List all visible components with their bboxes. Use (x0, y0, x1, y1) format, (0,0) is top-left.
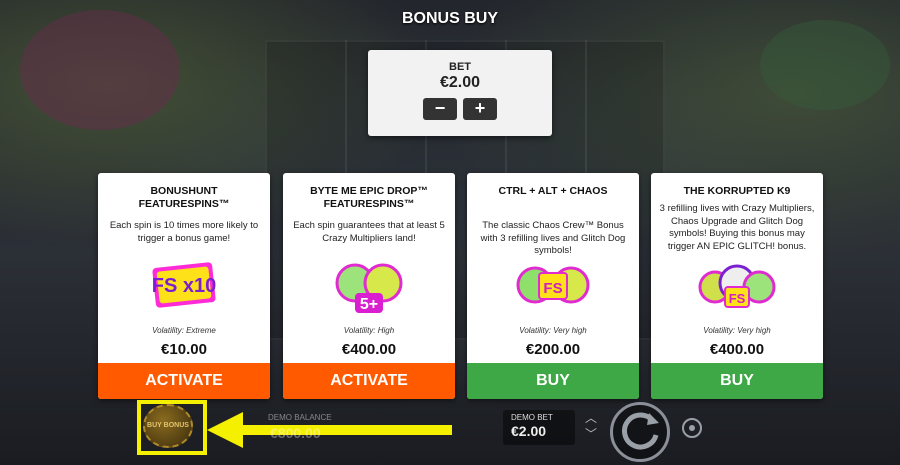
card-volatility: Volatility: Very high (703, 326, 771, 335)
bonus-card-korrupted-k9: THE KORRUPTED K9 3 refilling lives with … (651, 173, 823, 399)
balance-label: DEMO BALANCE (268, 413, 332, 422)
card-title: BONUSHUNT FEATURESPINS™ (138, 185, 230, 210)
card-description: Each spin is 10 times more likely to tri… (109, 220, 259, 244)
art-text: FS x10 (152, 275, 216, 297)
card-volatility: Volatility: Extreme (152, 326, 216, 335)
card-price: €10.00 (161, 341, 207, 358)
spin-button[interactable] (610, 402, 670, 462)
page-title: BONUS BUY (401, 10, 498, 27)
background-art-left (20, 10, 180, 130)
card-title: BYTE ME EPIC DROP™ FEATURESPINS™ (310, 185, 428, 210)
card-description: 3 refilling lives with Crazy Multipliers… (659, 203, 815, 252)
card-price: €400.00 (341, 341, 397, 358)
pointer-arrow-icon (207, 412, 452, 448)
chaos-fs-icon: FS (516, 266, 590, 304)
bet-increase-button[interactable]: + (463, 98, 497, 120)
activate-button[interactable]: ACTIVATE (283, 363, 455, 399)
buy-button[interactable]: BUY (467, 363, 639, 399)
card-description: Each spin guarantees that at least 5 Cra… (293, 220, 445, 244)
card-price: €400.00 (709, 341, 765, 358)
bet-decrease-button[interactable]: − (423, 98, 457, 120)
card-volatility: Volatility: High (343, 326, 395, 335)
card-description: The classic Chaos Crew™ Bonus with 3 ref… (480, 220, 626, 256)
buy-bonus-highlight (137, 400, 207, 455)
bonus-card-ctrl-alt-chaos: CTRL + ALT + CHAOS The classic Chaos Cre… (467, 173, 639, 399)
activate-button[interactable]: ACTIVATE (98, 363, 270, 399)
buy-button[interactable]: BUY (651, 363, 823, 399)
art-text: FS (729, 291, 746, 306)
background-art-right (760, 20, 890, 110)
bonus-card-bonushunt: BONUSHUNT FEATURESPINS™ Each spin is 10 … (98, 173, 270, 399)
spin-icon (622, 412, 659, 450)
bonus-card-byte-me: BYTE ME EPIC DROP™ FEATURESPINS™ Each sp… (283, 173, 455, 399)
demo-bet-value: €2.00 (511, 423, 547, 439)
card-title: CTRL + ALT + CHAOS (498, 185, 608, 197)
epic-drop-5plus-icon: 5+ (335, 263, 403, 313)
autoplay-icon (689, 425, 695, 431)
card-price: €200.00 (525, 341, 581, 358)
chevron-up-icon[interactable]: ︿ (582, 410, 600, 426)
korrupted-fs-icon: FS (698, 264, 776, 308)
chevron-down-icon[interactable]: ﹀ (582, 426, 600, 442)
card-title: THE KORRUPTED K9 (683, 185, 791, 197)
bet-label: BET (449, 61, 471, 73)
art-text: FS (543, 280, 562, 297)
featurespins-x10-icon: FS x10 (152, 262, 216, 308)
autoplay-button[interactable] (682, 418, 702, 438)
balance-value: €800.00 (270, 425, 321, 441)
bet-steppers: ︿ ﹀ (582, 410, 600, 442)
bet-panel: BET €2.00 − + (368, 50, 552, 136)
art-text: 5+ (360, 296, 378, 313)
bet-value: €2.00 (439, 74, 481, 91)
demo-bet-label: DEMO BET (511, 413, 553, 422)
card-volatility: Volatility: Very high (519, 326, 587, 335)
demo-bet-display: DEMO BET €2.00 (503, 410, 575, 445)
